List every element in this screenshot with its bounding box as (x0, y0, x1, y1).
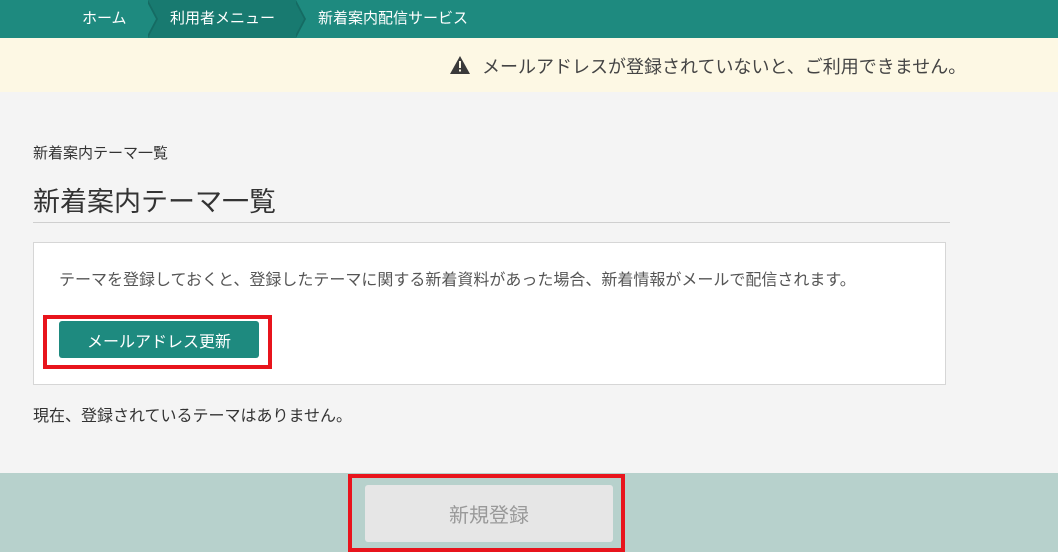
page-title: 新着案内テーマ一覧 (33, 187, 276, 218)
info-panel: テーマを登録しておくと、登録したテーマに関する新着資料があった場合、新着情報がメ… (33, 242, 946, 385)
breadcrumb-home-label: ホーム (82, 9, 127, 27)
breadcrumb-user-menu-label: 利用者メニュー (170, 9, 276, 27)
status-text: 現在、登録されているテーマはありません。 (33, 406, 353, 425)
section-label: 新着案内テーマ一覧 (33, 144, 169, 162)
title-divider (33, 222, 950, 223)
breadcrumb-user-menu[interactable]: 利用者メニュー (148, 0, 296, 38)
info-text: テーマを登録しておくと、登録したテーマに関する新着資料があった場合、新着情報がメ… (59, 270, 856, 289)
breadcrumb-current: 新着案内配信サービス (296, 0, 596, 38)
update-email-button[interactable]: メールアドレス更新 (59, 321, 259, 358)
breadcrumb-current-label: 新着案内配信サービス (318, 9, 469, 27)
warning-triangle-icon (450, 56, 470, 74)
breadcrumb-separator (146, 0, 156, 38)
warning-text: メールアドレスが登録されていないと、ご利用できません。 (482, 57, 967, 78)
breadcrumb-home[interactable]: ホーム (60, 0, 150, 38)
new-register-button[interactable]: 新規登録 (365, 485, 613, 542)
breadcrumb-separator (294, 0, 304, 38)
breadcrumb: ホーム 利用者メニュー 新着案内配信サービス (0, 0, 1058, 38)
